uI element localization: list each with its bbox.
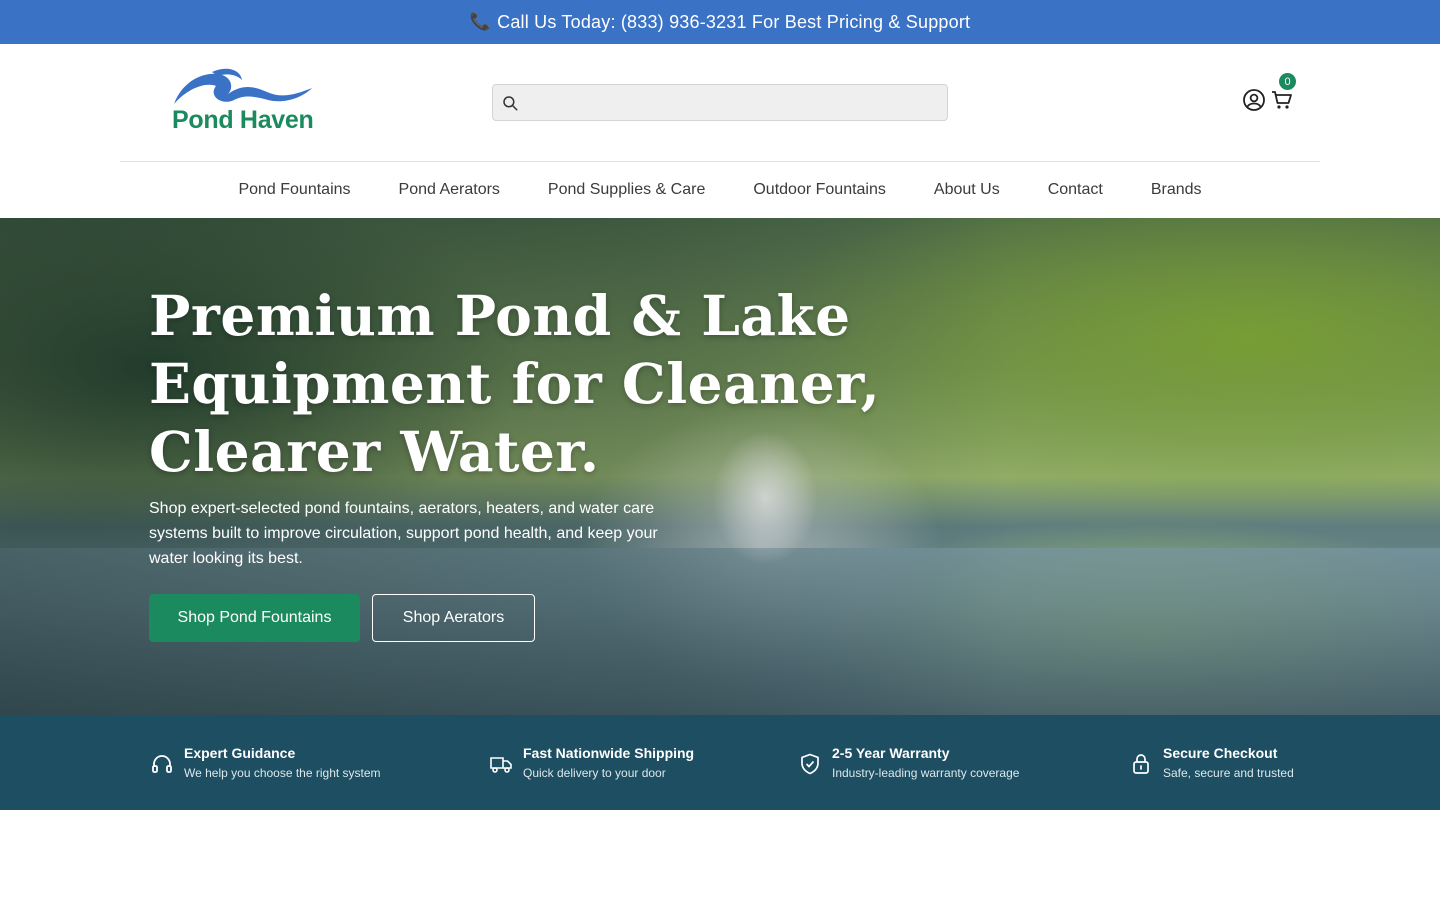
search-bar[interactable] xyxy=(492,84,948,121)
nav-item-pond-aerators[interactable]: Pond Aerators xyxy=(375,181,524,199)
feature-shipping: Fast Nationwide Shipping Quick delivery … xyxy=(489,745,694,782)
announcement-text: Call Us Today: (833) 936-3231 For Best P… xyxy=(497,11,971,32)
headphones-icon xyxy=(152,755,172,773)
feature-text: Safe, secure and trusted xyxy=(1163,766,1294,780)
main-nav: Pond Fountains Pond Aerators Pond Suppli… xyxy=(0,162,1440,218)
search-icon xyxy=(503,95,518,110)
shop-aerators-button[interactable]: Shop Aerators xyxy=(372,594,535,642)
cart-icon xyxy=(1272,91,1292,109)
user-circle-icon[interactable] xyxy=(1242,88,1266,112)
nav-item-contact[interactable]: Contact xyxy=(1024,181,1127,199)
header-actions: 0 xyxy=(1242,73,1296,112)
logo-text: Pond Haven xyxy=(172,106,314,134)
feature-title: Expert Guidance xyxy=(184,745,296,761)
nav-item-pond-supplies[interactable]: Pond Supplies & Care xyxy=(524,181,729,199)
features-bar: Expert Guidance We help you choose the r… xyxy=(0,715,1440,810)
nav-item-brands[interactable]: Brands xyxy=(1127,181,1226,199)
wave-logo-icon xyxy=(174,68,312,104)
site-header: Pond Haven 0 Pond Fountains Pond Aerator… xyxy=(0,44,1440,218)
logo[interactable]: Pond Haven xyxy=(172,64,322,136)
cart-button[interactable]: 0 xyxy=(1270,73,1296,112)
feature-title: Fast Nationwide Shipping xyxy=(523,745,695,761)
hero-title: Premium Pond & Lake Equipment for Cleane… xyxy=(149,283,881,484)
truck-icon xyxy=(490,757,512,773)
phone-icon: 📞 xyxy=(469,12,492,31)
feature-text: Industry-leading warranty coverage xyxy=(832,766,1020,780)
feature-title: 2-5 Year Warranty xyxy=(832,745,950,761)
announcement-bar: 📞 Call Us Today: (833) 936-3231 For Best… xyxy=(0,0,1440,44)
feature-text: Quick delivery to your door xyxy=(523,766,666,780)
feature-secure-checkout: Secure Checkout Safe, secure and trusted xyxy=(1129,745,1294,782)
feature-title: Secure Checkout xyxy=(1163,745,1278,761)
nav-item-about-us[interactable]: About Us xyxy=(910,181,1024,199)
hero-subtitle: Shop expert-selected pond fountains, aer… xyxy=(149,500,658,567)
shop-pond-fountains-button[interactable]: Shop Pond Fountains xyxy=(149,594,360,642)
nav-item-outdoor-fountains[interactable]: Outdoor Fountains xyxy=(729,181,910,199)
search-input[interactable] xyxy=(519,85,947,120)
cart-count-badge: 0 xyxy=(1279,73,1296,90)
lock-icon xyxy=(1133,754,1149,774)
feature-text: We help you choose the right system xyxy=(184,766,381,780)
shield-check-icon xyxy=(801,753,819,775)
feature-expert-guidance: Expert Guidance We help you choose the r… xyxy=(150,745,381,782)
nav-item-pond-fountains[interactable]: Pond Fountains xyxy=(214,181,374,199)
feature-warranty: 2-5 Year Warranty Industry-leading warra… xyxy=(798,745,1019,782)
hero-banner: Premium Pond & Lake Equipment for Cleane… xyxy=(0,218,1440,715)
